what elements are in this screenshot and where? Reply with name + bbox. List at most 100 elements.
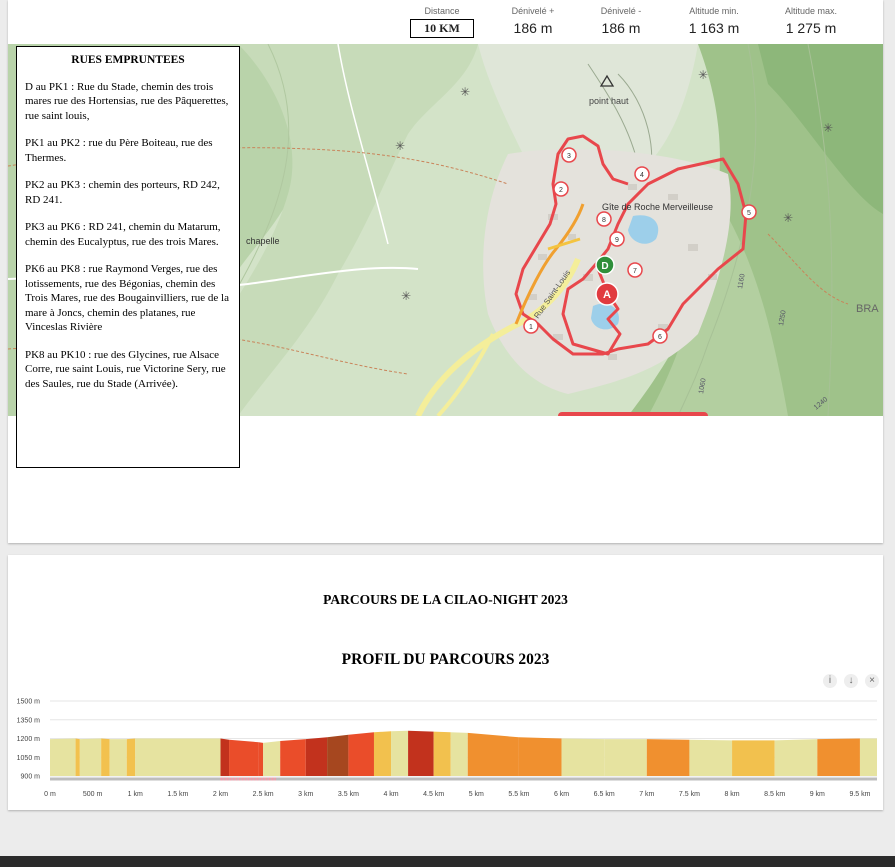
x-tick-label: 2 km [213,791,228,798]
roads-item: PK6 au PK8 : rue Raymond Verges, rue des… [25,263,229,333]
profile-segment [450,732,468,776]
x-tick-label: 3 km [298,791,313,798]
checkpoint-label: 4 [640,172,644,179]
roads-used-panel: RUES EMPRUNTEES D au PK1 : Rue du Stade,… [16,46,240,468]
checkpoint-marker-9[interactable]: 9 [609,231,625,247]
x-tick-label: 8 km [724,791,739,798]
profile-segment [229,739,259,776]
stat-distance: Distance 10 KM [392,6,492,38]
profile-segment [774,739,818,776]
y-tick-label: 1500 m [17,699,41,706]
profile-segment [75,738,80,776]
x-tick-label: 4 km [383,791,398,798]
checkpoint-marker-4[interactable]: 4 [634,166,650,182]
checkpoint-label: 3 [567,153,571,160]
roads-item: D au PK1 : Rue du Stade, chemin des troi… [25,80,229,122]
x-tick-label: 3.5 km [338,791,359,798]
x-tick-label: 9.5 km [849,791,870,798]
profile-segment [280,739,306,776]
area-label: BRA [856,303,879,315]
profile-segment [79,738,102,776]
svg-text:✳: ✳ [698,68,708,82]
checkpoint-marker-7[interactable]: 7 [627,262,643,278]
profile-segment [817,738,860,776]
x-tick-label: 1.5 km [167,791,188,798]
stat-elevation-gain-label: Dénivelé + [511,6,555,16]
profile-segment [433,731,451,776]
stat-elevation-loss-value: 186 m [601,20,641,36]
profile-segment [467,732,519,776]
checkpoint-label: 1 [529,324,533,331]
checkpoint-marker-3[interactable]: 3 [561,147,577,163]
profile-segment [305,737,328,776]
profile-segment [348,732,374,776]
elevation-profile-chart[interactable]: 1500 m 1350 m 1200 m 1050 m 900 m 0 m 500 m 1 k… [8,693,883,803]
roads-item: PK2 au PK3 : chemin des porteurs, RD 242… [25,179,220,206]
roads-title: RUES EMPRUNTEES [71,54,185,66]
checkpoint-marker-2[interactable]: 2 [553,181,569,197]
checkpoint-label: 9 [615,237,619,244]
checkpoint-marker-8[interactable]: 8 [596,211,612,227]
stat-elevation-gain: Dénivelé + 186 m [483,6,583,36]
checkpoint-label: 8 [602,217,606,224]
stats-bar: Distance 10 KM Dénivelé + 186 m Dénivelé… [8,0,883,44]
info-icon[interactable]: i [823,674,837,688]
stat-distance-value: 10 KM [410,19,474,38]
route-page: Distance 10 KM Dénivelé + 186 m Dénivelé… [8,0,883,543]
y-tick-label: 1050 m [17,755,41,762]
stat-elevation-gain-value: 186 m [513,20,553,36]
checkpoint-label: 6 [658,334,662,341]
profile-segment [101,738,110,776]
finish-marker[interactable]: A [595,282,619,306]
x-tick-label: 4.5 km [423,791,444,798]
stat-altitude-min-label: Altitude min. [689,6,739,16]
chapelle-label: chapelle [246,236,280,246]
checkpoint-marker-1[interactable]: 1 [523,318,539,334]
profile-segment [135,738,221,776]
y-tick-label: 900 m [21,774,41,781]
profile-segment [518,737,562,776]
x-tick-label: 7.5 km [679,791,700,798]
profile-page: PARCOURS DE LA CILAO-NIGHT 2023 PROFIL D… [8,555,883,810]
svg-text:✳: ✳ [783,211,793,225]
profile-segment [859,738,877,776]
close-icon[interactable]: × [865,674,879,688]
checkpoint-label: 2 [559,187,563,194]
profile-segment [126,738,136,776]
profile-segment [327,734,349,776]
svg-text:✳: ✳ [823,121,833,135]
checkpoint-label: 7 [633,268,637,275]
profile-segment [220,738,230,776]
svg-text:✳: ✳ [401,289,411,303]
x-tick-label: 5 km [469,791,484,798]
y-tick-label: 1200 m [17,736,41,743]
checkpoint-marker-6[interactable]: 6 [652,328,668,344]
checkpoint-marker-5[interactable]: 5 [741,204,757,220]
x-tick-label: 9 km [810,791,825,798]
x-tick-label: 1 km [128,791,143,798]
y-tick-label: 1350 m [17,717,41,724]
stat-distance-label: Distance [424,6,460,16]
x-tick-label: 7 km [639,791,654,798]
profile-segment [258,742,264,776]
x-tick-label: 6.5 km [594,791,615,798]
stat-altitude-max: Altitude max. 1 275 m [761,6,861,36]
svg-text:A: A [603,289,611,301]
roads-item: PK1 au PK2 : rue du Père Boiteau, rue de… [25,137,213,164]
start-marker[interactable]: D [595,255,615,275]
roads-item: PK8 au PK10 : rue des Glycines, rue Alsa… [25,348,226,390]
stat-elevation-loss-label: Dénivelé - [600,6,642,16]
checkpoint-label: 5 [747,210,751,217]
svg-text:✳: ✳ [395,139,405,153]
x-tick-label: 500 m [83,791,103,798]
roads-item: PK3 au PK6 : RD 241, chemin du Matarum, … [25,221,221,248]
gite-label: Gîte de Roche Merveilleuse [602,202,713,212]
profile-segment [689,739,733,776]
stat-elevation-loss: Dénivelé - 186 m [571,6,671,36]
stat-altitude-min-value: 1 163 m [688,20,740,36]
x-tick-label: 0 m [44,791,56,798]
profile-segment [109,739,127,776]
profile-segment [50,738,76,776]
profile-segment [561,738,605,776]
download-icon[interactable]: ↓ [844,674,858,688]
